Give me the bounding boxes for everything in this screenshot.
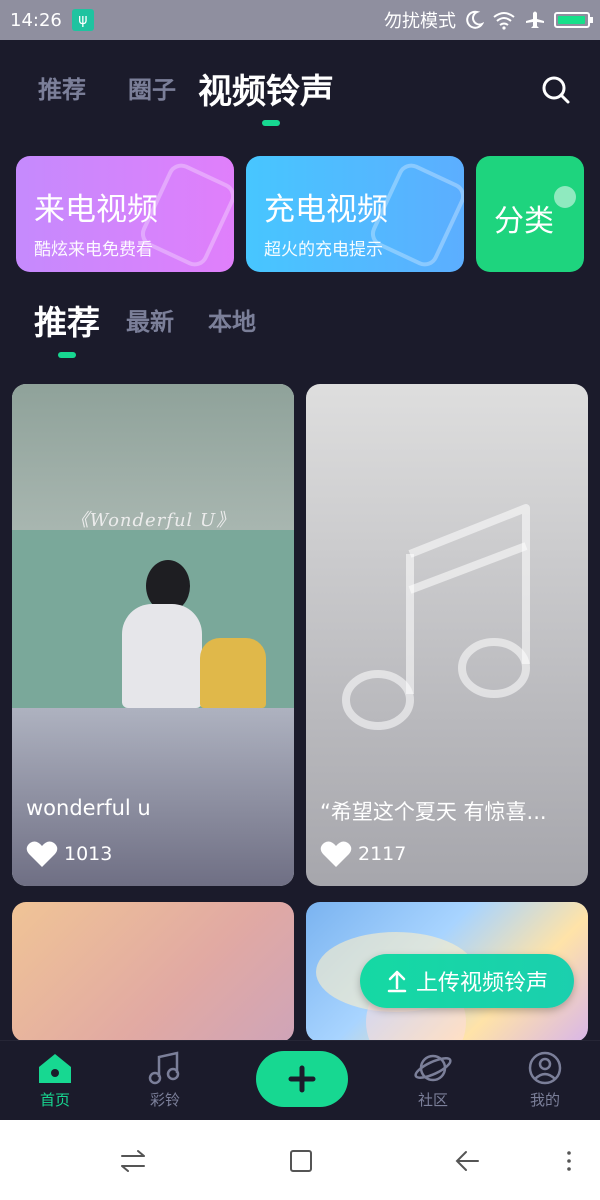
category-card[interactable]: 分类	[476, 156, 584, 272]
video-card[interactable]: 《Wonderful U》 wonderful u 1013	[12, 384, 294, 886]
airplane-icon	[526, 11, 544, 28]
tab-video-ringtone[interactable]: 视频铃声	[198, 64, 334, 113]
music-icon	[148, 1051, 180, 1085]
wifi-icon	[493, 12, 515, 30]
create-button[interactable]	[256, 1051, 348, 1107]
cover-photo	[12, 530, 294, 708]
recent-apps-icon[interactable]	[118, 1146, 148, 1176]
nav-label: 彩铃	[149, 1091, 180, 1109]
heart-icon	[26, 841, 58, 867]
like-count[interactable]: 1013	[26, 840, 112, 868]
usb-icon: ψ	[71, 9, 94, 31]
subtab-local[interactable]: 本地	[208, 302, 256, 337]
battery-icon	[554, 12, 593, 28]
menu-icon[interactable]	[554, 1146, 584, 1176]
nav-home[interactable]: 首页	[20, 1051, 90, 1110]
upload-video-ringtone-button[interactable]: 上传视频铃声	[360, 954, 574, 1008]
yellow-chair	[200, 638, 266, 708]
upload-label: 上传视频铃声	[415, 971, 548, 996]
home-icon	[39, 1054, 71, 1083]
tab-circle[interactable]: 圈子	[128, 70, 176, 105]
home-button-icon[interactable]	[286, 1146, 316, 1176]
video-card[interactable]: “希望这个夏天 有惊喜... 2117	[306, 384, 588, 886]
tab-indicator	[262, 120, 280, 126]
user-icon	[528, 1051, 562, 1085]
heart-icon	[320, 841, 352, 867]
moon-icon	[466, 10, 484, 29]
plus-icon	[288, 1065, 316, 1093]
video-card[interactable]	[12, 902, 294, 1042]
nav-community[interactable]: 社区	[398, 1051, 468, 1110]
planet-icon	[414, 1054, 452, 1082]
tab-recommend[interactable]: 推荐	[38, 70, 86, 105]
card-title: “希望这个夏天 有惊喜...	[320, 800, 547, 824]
nav-profile[interactable]: 我的	[510, 1051, 580, 1110]
clock: 14:26	[10, 9, 62, 31]
nav-label: 社区	[417, 1091, 448, 1109]
charging-video-card[interactable]: 充电视频 超火的充电提示	[246, 156, 464, 272]
search-icon[interactable]	[540, 74, 572, 106]
girl-figure	[92, 560, 212, 708]
system-nav-bar	[0, 1120, 600, 1200]
status-bar: 14:26 ψ 勿扰模式	[0, 0, 600, 40]
feature-carousel: 来电视频 酷炫来电免费看 充电视频 超火的充电提示 分类	[16, 156, 600, 274]
incoming-call-video-card[interactable]: 来电视频 酷炫来电免费看	[16, 156, 234, 272]
artwork-title: 《Wonderful U》	[70, 510, 236, 531]
upload-icon	[387, 970, 407, 993]
dnd-label: 勿扰模式	[384, 11, 456, 32]
nav-ringtone[interactable]: 彩铃	[130, 1051, 200, 1110]
like-number: 1013	[64, 843, 113, 865]
nav-label: 我的	[529, 1091, 560, 1109]
back-icon[interactable]	[452, 1146, 482, 1176]
like-number: 2117	[358, 843, 407, 865]
content-tab-bar: 推荐 最新 本地	[0, 290, 600, 360]
music-note-icon	[342, 504, 530, 730]
figure-body	[122, 604, 202, 708]
card-title: wonderful u	[26, 796, 151, 820]
top-tab-bar: 推荐 圈子 视频铃声	[0, 40, 600, 140]
nav-label: 首页	[39, 1091, 70, 1109]
subtab-recommend[interactable]: 推荐	[34, 296, 100, 344]
category-icon	[554, 186, 576, 208]
bottom-nav: 首页 彩铃 社区 我的	[0, 1040, 600, 1120]
subtab-latest[interactable]: 最新	[126, 302, 174, 337]
subtab-indicator	[58, 352, 76, 358]
battery-level	[558, 16, 585, 24]
like-count[interactable]: 2117	[320, 840, 406, 868]
